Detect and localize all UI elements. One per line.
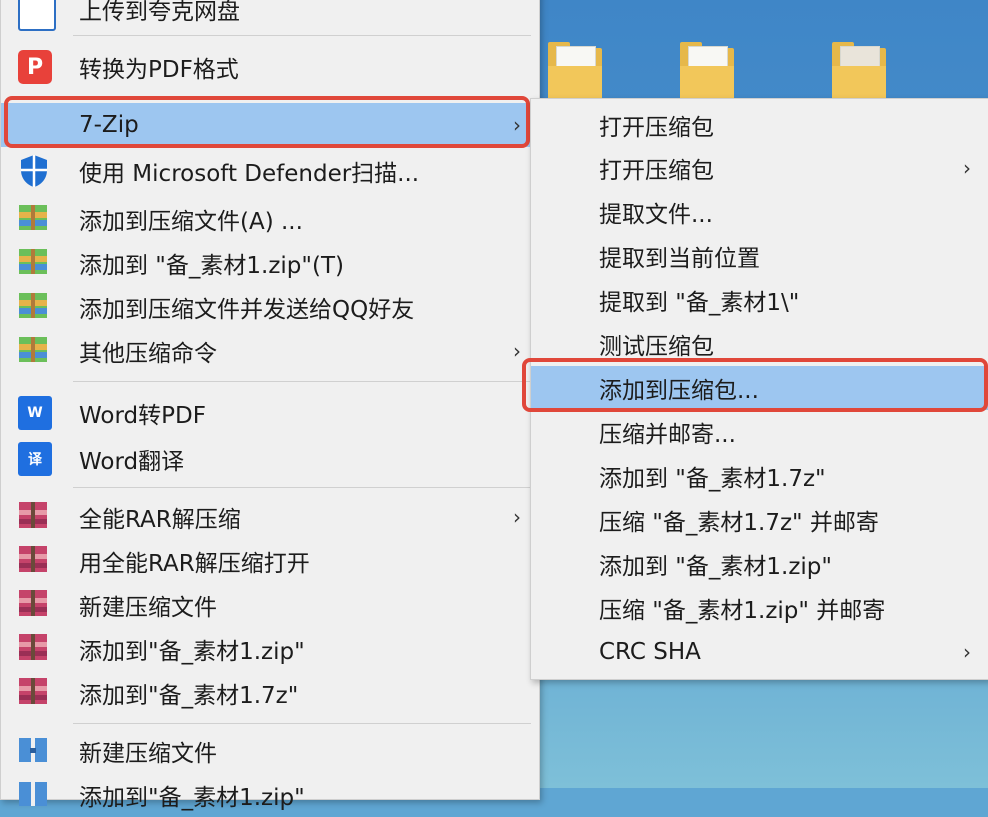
menu-item-label: 其他压缩命令 (79, 341, 217, 367)
menu-item-label: 添加到"备_素材1.zip" (79, 785, 305, 811)
menu-item-add-zip[interactable]: 添加到 "备_素材1.zip"(T) (1, 241, 539, 285)
menu-item-label: 添加到压缩文件(A) ... (79, 209, 303, 235)
submenu-item-label: 提取文件... (599, 202, 713, 228)
submenu-item-label: 提取到 "备_素材1\" (599, 290, 800, 316)
menu-item-rar-extract[interactable]: 全能RAR解压缩 › (1, 495, 539, 539)
archive-icon (18, 246, 52, 280)
menu-item-defender-scan[interactable]: 使用 Microsoft Defender扫描... (1, 149, 539, 193)
menu-separator (73, 723, 531, 724)
menu-item-zip-add[interactable]: 添加到"备_素材1.zip" (1, 773, 539, 817)
menu-item-add-archive[interactable]: 添加到压缩文件(A) ... (1, 197, 539, 241)
rar-icon (18, 544, 52, 578)
word-icon: W (18, 396, 52, 430)
submenu-item-open-archive[interactable]: 打开压缩包 (531, 103, 988, 147)
submenu-item-add-zip[interactable]: 添加到 "备_素材1.zip" (531, 542, 988, 586)
menu-item-label: 用全能RAR解压缩打开 (79, 551, 310, 577)
submenu-item-label: 打开压缩包 (599, 115, 714, 141)
submenu-item-crc-sha[interactable]: CRC SHA › (531, 630, 988, 674)
shield-icon (19, 154, 53, 188)
menu-item-label: 添加到压缩文件并发送给QQ好友 (79, 297, 415, 323)
document-upload-icon (18, 0, 56, 31)
chevron-right-icon: › (513, 339, 521, 363)
submenu-item-label: 添加到 "备_素材1.7z" (599, 466, 826, 492)
desktop-folder-icon[interactable] (548, 42, 602, 100)
chevron-right-icon: › (513, 505, 521, 529)
submenu-item-compress-7z-email[interactable]: 压缩 "备_素材1.7z" 并邮寄 (531, 498, 988, 542)
rar-icon (18, 676, 52, 710)
chevron-right-icon: › (963, 640, 971, 664)
submenu-item-compress-zip-email[interactable]: 压缩 "备_素材1.zip" 并邮寄 (531, 586, 988, 630)
submenu-item-label: 打开压缩包 (599, 158, 714, 184)
menu-item-word-translate[interactable]: 译 Word翻译 (1, 437, 539, 481)
menu-item-label: 使用 Microsoft Defender扫描... (79, 161, 420, 187)
submenu-item-extract-here[interactable]: 提取到当前位置 (531, 234, 988, 278)
archive-icon (18, 290, 52, 324)
menu-separator (73, 35, 531, 36)
menu-item-rar-add-7z[interactable]: 添加到"备_素材1.7z" (1, 671, 539, 715)
menu-separator (73, 487, 531, 488)
menu-item-label: 全能RAR解压缩 (79, 507, 241, 533)
submenu-item-label: CRC SHA (599, 639, 701, 665)
menu-item-label: 新建压缩文件 (79, 595, 217, 621)
zip-folder-icon (18, 734, 52, 768)
submenu-item-label: 添加到 "备_素材1.zip" (599, 554, 832, 580)
desktop-folder-icon[interactable] (832, 42, 886, 100)
highlight-outline (522, 358, 988, 412)
rar-icon (18, 588, 52, 622)
menu-item-label: Word翻译 (79, 449, 185, 475)
submenu-item-compress-email[interactable]: 压缩并邮寄... (531, 410, 988, 454)
rar-icon (18, 632, 52, 666)
chevron-right-icon: › (963, 156, 971, 180)
desktop-folder-icon[interactable] (680, 42, 734, 100)
submenu-item-open-archive-more[interactable]: 打开压缩包 › (531, 146, 988, 190)
menu-separator (73, 381, 531, 382)
menu-item-label: 转换为PDF格式 (79, 57, 239, 83)
word-translate-icon: 译 (18, 442, 52, 476)
menu-item-label: 上传到夸克网盘 (79, 0, 240, 25)
submenu-item-extract-files[interactable]: 提取文件... (531, 190, 988, 234)
submenu-item-label: 测试压缩包 (599, 334, 714, 360)
menu-item-zip-new[interactable]: 新建压缩文件 (1, 729, 539, 773)
submenu-item-label: 压缩并邮寄... (599, 422, 736, 448)
menu-item-rar-new[interactable]: 新建压缩文件 (1, 583, 539, 627)
rar-icon (18, 500, 52, 534)
submenu-item-label: 压缩 "备_素材1.zip" 并邮寄 (599, 598, 886, 624)
submenu-item-add-7z[interactable]: 添加到 "备_素材1.7z" (531, 454, 988, 498)
menu-item-label: Word转PDF (79, 403, 206, 429)
menu-item-label: 新建压缩文件 (79, 741, 217, 767)
menu-item-rar-add-zip[interactable]: 添加到"备_素材1.zip" (1, 627, 539, 671)
menu-item-label: 添加到"备_素材1.zip" (79, 639, 305, 665)
highlight-outline (4, 96, 530, 148)
menu-item-convert-pdf[interactable]: P 转换为PDF格式 (1, 45, 539, 89)
menu-item-label: 添加到"备_素材1.7z" (79, 683, 299, 709)
archive-icon (18, 334, 52, 368)
menu-item-add-send-qq[interactable]: 添加到压缩文件并发送给QQ好友 (1, 285, 539, 329)
archive-icon (18, 202, 52, 236)
menu-item-word-to-pdf[interactable]: W Word转PDF (1, 391, 539, 435)
menu-item-other-compress[interactable]: 其他压缩命令 › (1, 329, 539, 373)
submenu-item-label: 提取到当前位置 (599, 246, 760, 272)
menu-item-rar-open[interactable]: 用全能RAR解压缩打开 (1, 539, 539, 583)
menu-item-upload-quark[interactable]: 上传到夸克网盘 (1, 0, 539, 31)
submenu-item-label: 压缩 "备_素材1.7z" 并邮寄 (599, 510, 879, 536)
menu-item-label: 添加到 "备_素材1.zip"(T) (79, 253, 344, 279)
zip-folder-icon (18, 778, 52, 812)
pdf-icon: P (18, 50, 52, 84)
submenu-item-extract-to-folder[interactable]: 提取到 "备_素材1\" (531, 278, 988, 322)
